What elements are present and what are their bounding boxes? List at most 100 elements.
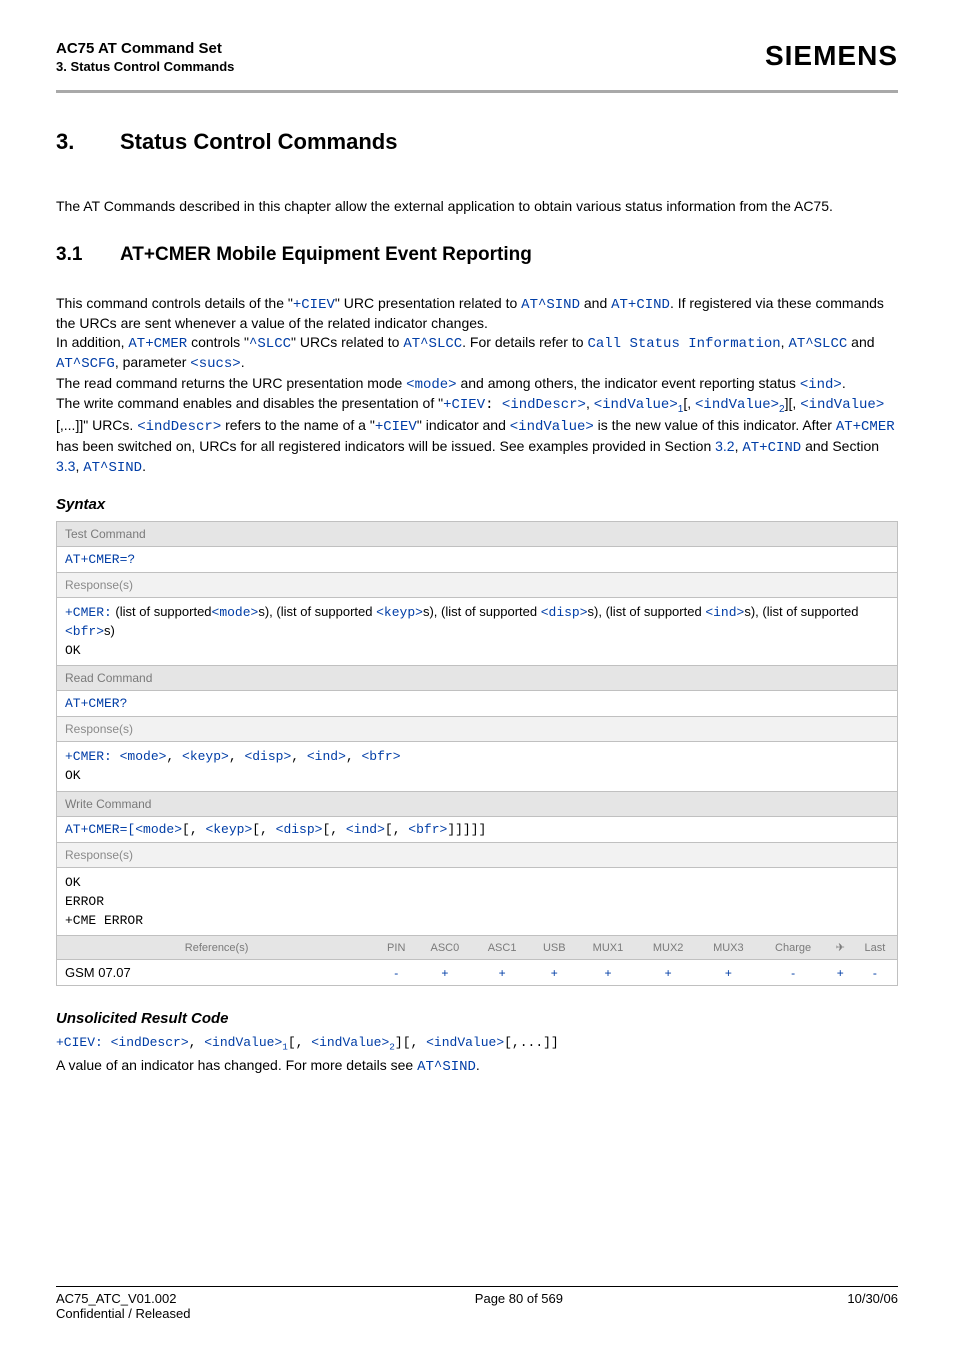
text: , bbox=[229, 749, 245, 764]
param-ref[interactable]: <mode> bbox=[212, 605, 259, 620]
param-ref[interactable]: <disp> bbox=[244, 749, 291, 764]
param-ref[interactable]: <ind> bbox=[800, 377, 842, 393]
param-ref[interactable]: <mode> bbox=[406, 377, 456, 393]
param-ref[interactable]: <bfr> bbox=[408, 822, 447, 837]
text: [, bbox=[322, 822, 345, 837]
text: +CIEV: bbox=[56, 1035, 111, 1050]
urc-code: +CIEV: <indDescr>, <indValue>1[, <indVal… bbox=[56, 1035, 898, 1053]
code-ref[interactable]: AT^SIND bbox=[521, 297, 580, 313]
text: . bbox=[142, 458, 146, 474]
param-ref[interactable]: <bfr> bbox=[65, 624, 104, 639]
val-plane: + bbox=[828, 960, 853, 986]
brand-logo: SIEMENS bbox=[765, 40, 898, 72]
text: . bbox=[476, 1057, 480, 1073]
urc-text: A value of an indicator has changed. For… bbox=[56, 1057, 898, 1075]
chapter-title: Status Control Commands bbox=[120, 129, 397, 154]
ref-label: Reference(s) bbox=[57, 936, 376, 960]
code-ref[interactable]: AT+CMER bbox=[128, 336, 187, 352]
code-ref[interactable]: ^SLCC bbox=[249, 336, 291, 352]
text: s), (list of supported bbox=[588, 604, 706, 619]
param-ref[interactable]: <indValue> bbox=[426, 1035, 504, 1050]
link[interactable]: Call Status Information bbox=[587, 336, 780, 352]
param-ref[interactable]: <indValue> bbox=[594, 397, 678, 413]
test-response: +CMER: (list of supported<mode>s), (list… bbox=[57, 598, 897, 667]
ok-text: OK bbox=[65, 875, 81, 890]
write-response: OK ERROR +CME ERROR bbox=[57, 868, 897, 937]
param-ref[interactable]: <keyp> bbox=[205, 822, 252, 837]
param-ref[interactable]: <ind> bbox=[705, 605, 744, 620]
code-ref[interactable]: AT^SIND bbox=[83, 460, 142, 476]
read-command: AT+CMER? bbox=[57, 691, 897, 717]
param-ref[interactable]: <bfr> bbox=[362, 749, 401, 764]
text: . For details refer to bbox=[462, 334, 587, 350]
param-ref[interactable]: <sucs> bbox=[190, 356, 240, 372]
doc-section: 3. Status Control Commands bbox=[56, 59, 234, 74]
text: The read command returns the URC present… bbox=[56, 375, 406, 391]
footer-date: 10/30/06 bbox=[847, 1291, 898, 1321]
val-usb: + bbox=[531, 960, 578, 986]
param-ref[interactable]: <indValue> bbox=[800, 397, 884, 413]
text: is the new value of this indicator. Afte… bbox=[594, 417, 836, 433]
text: (list of supported bbox=[112, 604, 212, 619]
text: , bbox=[291, 749, 307, 764]
read-command-label: Read Command bbox=[57, 666, 897, 691]
ok-text: OK bbox=[65, 768, 81, 783]
text: [, bbox=[182, 822, 205, 837]
test-command: AT+CMER=? bbox=[57, 547, 897, 573]
section-number: 3.1 bbox=[56, 244, 120, 266]
text: [,...]]" URCs. bbox=[56, 417, 137, 433]
chapter-heading: 3.Status Control Commands bbox=[56, 129, 898, 155]
response-label: Response(s) bbox=[57, 573, 897, 598]
code-ref[interactable]: +CIEV bbox=[443, 397, 485, 413]
param-ref[interactable]: <indValue> bbox=[311, 1035, 389, 1050]
text: s) bbox=[104, 623, 115, 638]
text: ][, bbox=[395, 1035, 426, 1050]
param-ref[interactable]: <indDescr> bbox=[137, 419, 221, 435]
test-command-label: Test Command bbox=[57, 522, 897, 547]
val-chg: - bbox=[758, 960, 827, 986]
chapter-number: 3. bbox=[56, 129, 120, 155]
param-ref[interactable]: <disp> bbox=[276, 822, 323, 837]
resp-prefix: +CMER: bbox=[65, 605, 112, 620]
link[interactable]: 3.2 bbox=[715, 438, 734, 454]
text: , bbox=[189, 1035, 205, 1050]
code-ref[interactable]: AT+CIND bbox=[611, 297, 670, 313]
text: controls " bbox=[187, 334, 249, 350]
code-ref[interactable]: +CIEV bbox=[375, 419, 417, 435]
header-left: AC75 AT Command Set 3. Status Control Co… bbox=[56, 40, 234, 74]
val-last: - bbox=[853, 960, 897, 986]
reference-table: Reference(s) PIN ASC0 ASC1 USB MUX1 MUX2… bbox=[57, 936, 897, 986]
text: and among others, the indicator event re… bbox=[457, 375, 800, 391]
code-ref[interactable]: AT^SLCC bbox=[403, 336, 462, 352]
code-ref[interactable]: AT^SCFG bbox=[56, 356, 115, 372]
param-ref[interactable]: <ind> bbox=[307, 749, 346, 764]
param-ref[interactable]: <disp> bbox=[541, 605, 588, 620]
param-ref[interactable]: <ind> bbox=[346, 822, 385, 837]
code-ref[interactable]: AT^SIND bbox=[417, 1059, 476, 1075]
param-ref[interactable]: <indDescr> bbox=[111, 1035, 189, 1050]
col-usb: USB bbox=[531, 936, 578, 960]
param-ref[interactable]: <keyp> bbox=[182, 749, 229, 764]
code-ref[interactable]: AT^SLCC bbox=[788, 336, 847, 352]
code-ref[interactable]: AT+CMER bbox=[836, 419, 895, 435]
text: and bbox=[580, 295, 611, 311]
param-ref[interactable]: <keyp> bbox=[376, 605, 423, 620]
text: s), (list of supported bbox=[258, 604, 376, 619]
param-ref[interactable]: <indDescr> bbox=[502, 397, 586, 413]
col-mux1: MUX1 bbox=[578, 936, 638, 960]
code-ref[interactable]: AT+CIND bbox=[742, 440, 801, 456]
text: [, bbox=[683, 395, 695, 411]
footer-page-number: Page 80 of 569 bbox=[475, 1291, 563, 1321]
link[interactable]: 3.3 bbox=[56, 458, 75, 474]
param-ref[interactable]: <mode> bbox=[120, 749, 167, 764]
param-ref[interactable]: <indValue> bbox=[510, 419, 594, 435]
response-label: Response(s) bbox=[57, 843, 897, 868]
param-ref[interactable]: <indValue> bbox=[204, 1035, 282, 1050]
col-last: Last bbox=[853, 936, 897, 960]
param-ref[interactable]: <mode> bbox=[135, 822, 182, 837]
code-ref[interactable]: +CIEV bbox=[293, 297, 335, 313]
footer-doc-id: AC75_ATC_V01.002 bbox=[56, 1291, 190, 1306]
response-label: Response(s) bbox=[57, 717, 897, 742]
param-ref[interactable]: <indValue> bbox=[695, 397, 779, 413]
doc-title: AC75 AT Command Set bbox=[56, 40, 234, 57]
